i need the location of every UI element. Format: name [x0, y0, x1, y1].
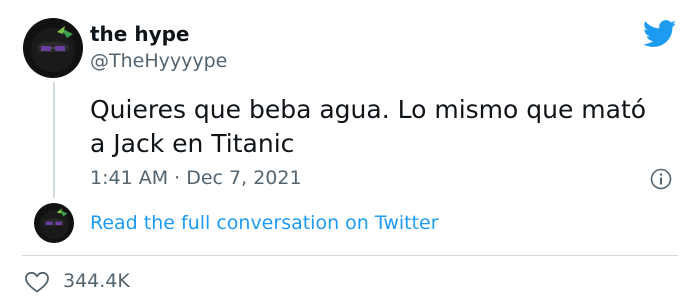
twitter-bird-icon[interactable]	[643, 20, 677, 48]
reply-avatar[interactable]	[34, 203, 74, 243]
reply-avatar-image	[34, 203, 74, 243]
avatar-image	[23, 18, 83, 78]
like-count[interactable]: 344.4K	[63, 270, 130, 292]
author-handle[interactable]: @TheHyyyype	[90, 50, 227, 72]
author-avatar[interactable]	[23, 18, 83, 78]
heart-icon[interactable]	[24, 270, 50, 294]
author-display-name[interactable]: the hype	[90, 22, 189, 46]
tweet-timestamp[interactable]: 1:41 AM · Dec 7, 2021	[90, 167, 302, 189]
divider	[22, 255, 678, 256]
tweet-card: the hype @TheHyyyype Quieres que beba ag…	[0, 0, 700, 308]
read-conversation-link[interactable]: Read the full conversation on Twitter	[90, 212, 439, 234]
thread-line	[53, 82, 55, 198]
info-icon[interactable]	[650, 168, 672, 190]
tweet-text: Quieres que beba agua. Lo mismo que mató…	[90, 95, 647, 158]
